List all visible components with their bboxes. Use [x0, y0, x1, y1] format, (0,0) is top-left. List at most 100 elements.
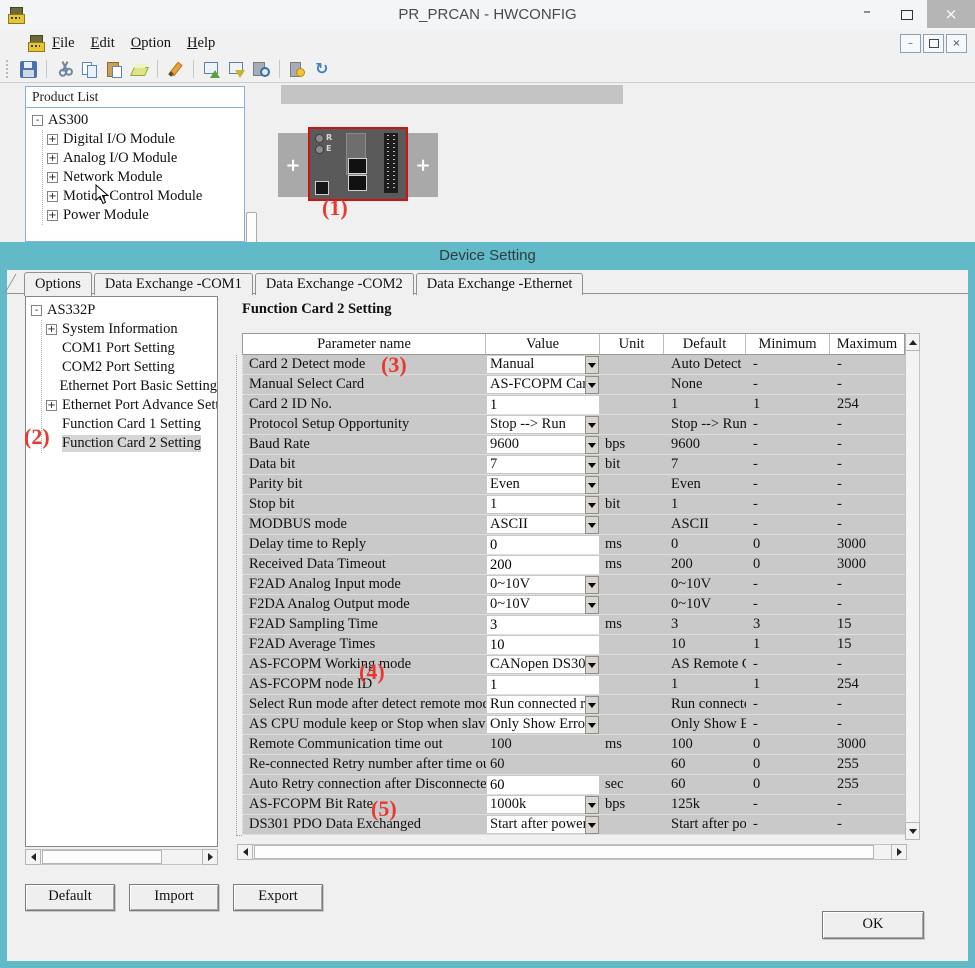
- value-input[interactable]: [487, 396, 599, 414]
- eraser-icon[interactable]: [128, 58, 151, 81]
- scan-icon[interactable]: [250, 58, 273, 81]
- export-button[interactable]: Export: [233, 884, 323, 911]
- scroll-right-button[interactable]: [202, 849, 218, 865]
- product-tree-item-digital-i-o-module[interactable]: +Digital I/O Module: [47, 130, 244, 149]
- tab-options[interactable]: Options: [24, 272, 92, 296]
- table-row[interactable]: AS CPU module keep or Stop when slave no…: [242, 715, 905, 735]
- brush-icon[interactable]: [164, 58, 187, 81]
- scroll-down-button[interactable]: [905, 822, 920, 840]
- tab-data-exchange-com1[interactable]: Data Exchange -COM1: [94, 273, 253, 295]
- value-dropdown[interactable]: 1: [487, 496, 599, 513]
- cpu-module-selected[interactable]: R E: [308, 127, 408, 201]
- value-dropdown[interactable]: Manual: [487, 356, 599, 373]
- expand-toggle[interactable]: +: [47, 191, 58, 202]
- value-dropdown[interactable]: 0~10V: [487, 596, 599, 613]
- value-dropdown[interactable]: AS-FCOPM Card: [487, 376, 599, 393]
- product-tree-item-analog-i-o-module[interactable]: +Analog I/O Module: [47, 149, 244, 168]
- table-row[interactable]: Data bit7bit7--: [242, 455, 905, 475]
- dropdown-button[interactable]: [585, 476, 599, 494]
- table-row[interactable]: Re-connected Retry number after time out…: [242, 755, 905, 775]
- table-row[interactable]: F2AD Average Times10115: [242, 635, 905, 655]
- compare-icon[interactable]: [286, 58, 309, 81]
- value-dropdown[interactable]: CANopen DS301: [487, 656, 599, 673]
- value-dropdown[interactable]: Even: [487, 476, 599, 493]
- expand-toggle[interactable]: +: [47, 172, 58, 183]
- value-dropdown[interactable]: Start after power: [487, 816, 599, 833]
- import-button[interactable]: Import: [129, 884, 219, 911]
- menu-file[interactable]: File: [52, 35, 75, 52]
- value-input[interactable]: [487, 556, 599, 574]
- value-dropdown[interactable]: Stop --> Run: [487, 416, 599, 433]
- tab-data-exchange-ethernet[interactable]: Data Exchange -Ethernet: [416, 273, 584, 295]
- refresh-icon[interactable]: [311, 58, 334, 81]
- scroll-up-button[interactable]: [905, 333, 920, 351]
- table-row[interactable]: Remote Communication time out100ms100030…: [242, 735, 905, 755]
- dropdown-button[interactable]: [585, 576, 599, 594]
- monitor-down-icon[interactable]: [225, 58, 248, 81]
- table-row[interactable]: F2AD Sampling Timems3315: [242, 615, 905, 635]
- monitor-up-icon[interactable]: [200, 58, 223, 81]
- dropdown-button[interactable]: [585, 376, 599, 394]
- paste-icon[interactable]: [103, 58, 126, 81]
- table-row[interactable]: Received Data Timeoutms20003000: [242, 555, 905, 575]
- value-input[interactable]: [487, 776, 599, 794]
- expand-toggle[interactable]: +: [46, 324, 57, 335]
- table-row[interactable]: Manual Select CardAS-FCOPM CardNone--: [242, 375, 905, 395]
- value-input[interactable]: [487, 636, 599, 654]
- value-dropdown[interactable]: Only Show Error: [487, 716, 599, 733]
- dropdown-button[interactable]: [585, 356, 599, 374]
- table-vertical-scrollbar[interactable]: [905, 333, 920, 840]
- rack-slot-right[interactable]: +: [408, 133, 438, 197]
- dropdown-button[interactable]: [585, 796, 599, 814]
- value-dropdown[interactable]: Run connected r: [487, 696, 599, 713]
- table-row[interactable]: DS301 PDO Data ExchangedStart after powe…: [242, 815, 905, 835]
- dropdown-button[interactable]: [585, 696, 599, 714]
- value-dropdown[interactable]: 7: [487, 456, 599, 473]
- device-tree-item-ethernet-port-advance-setti[interactable]: +Ethernet Port Advance Setti: [46, 396, 217, 415]
- tab-data-exchange-com2[interactable]: Data Exchange -COM2: [255, 273, 414, 295]
- table-row[interactable]: MODBUS modeASCIIASCII--: [242, 515, 905, 535]
- scroll-left-button[interactable]: [237, 844, 253, 860]
- device-tree-item-com1-port-setting[interactable]: COM1 Port Setting: [46, 339, 217, 358]
- table-row[interactable]: Parity bitEvenEven--: [242, 475, 905, 495]
- device-tree-root[interactable]: -AS332P: [31, 301, 217, 320]
- table-row[interactable]: F2DA Analog Output mode0~10V0~10V--: [242, 595, 905, 615]
- menu-edit[interactable]: Edit: [91, 35, 115, 52]
- product-tree-item-power-module[interactable]: +Power Module: [47, 206, 244, 225]
- value-input[interactable]: [487, 536, 599, 554]
- mdi-minimize-button[interactable]: –: [900, 34, 921, 53]
- device-tree-item-system-information[interactable]: +System Information: [46, 320, 217, 339]
- product-list-scrollbar[interactable]: [246, 212, 257, 244]
- table-hscroll-thumb[interactable]: [254, 845, 874, 859]
- dropdown-button[interactable]: [585, 716, 599, 734]
- value-input[interactable]: [487, 616, 599, 634]
- product-tree-item-network-module[interactable]: +Network Module: [47, 168, 244, 187]
- device-tree-item-com2-port-setting[interactable]: COM2 Port Setting: [46, 358, 217, 377]
- copy-icon[interactable]: [78, 58, 101, 81]
- dropdown-button[interactable]: [585, 656, 599, 674]
- dropdown-button[interactable]: [585, 816, 599, 834]
- scroll-right-button[interactable]: [891, 844, 907, 860]
- product-tree-item-motion-control-module[interactable]: +Motion Control Module: [47, 187, 244, 206]
- table-row[interactable]: Select Run mode after detect remote modu…: [242, 695, 905, 715]
- expand-toggle[interactable]: +: [47, 153, 58, 164]
- device-tree-item-ethernet-port-basic-setting[interactable]: Ethernet Port Basic Setting: [46, 377, 217, 396]
- dropdown-button[interactable]: [585, 496, 599, 514]
- dropdown-button[interactable]: [585, 436, 599, 454]
- expand-toggle[interactable]: +: [46, 400, 57, 411]
- value-dropdown[interactable]: 9600: [487, 436, 599, 453]
- table-row[interactable]: AS-FCOPM Bit Rate1000kbps125k--: [242, 795, 905, 815]
- cut-icon[interactable]: [53, 58, 76, 81]
- menu-help[interactable]: Help: [187, 35, 215, 52]
- collapse-toggle[interactable]: -: [31, 305, 42, 316]
- dropdown-button[interactable]: [585, 416, 599, 434]
- table-row[interactable]: Auto Retry connection after Disconnected…: [242, 775, 905, 795]
- expand-toggle[interactable]: +: [47, 210, 58, 221]
- table-row[interactable]: Protocol Setup OpportunityStop --> RunSt…: [242, 415, 905, 435]
- close-button[interactable]: ×: [927, 0, 975, 28]
- expand-toggle[interactable]: +: [47, 134, 58, 145]
- table-row[interactable]: Card 2 ID No.11254: [242, 395, 905, 415]
- device-tree-item-function-card-1-setting[interactable]: Function Card 1 Setting: [46, 415, 217, 434]
- value-dropdown[interactable]: ASCII: [487, 516, 599, 533]
- table-row[interactable]: Card 2 Detect modeManualAuto Detect--: [242, 355, 905, 375]
